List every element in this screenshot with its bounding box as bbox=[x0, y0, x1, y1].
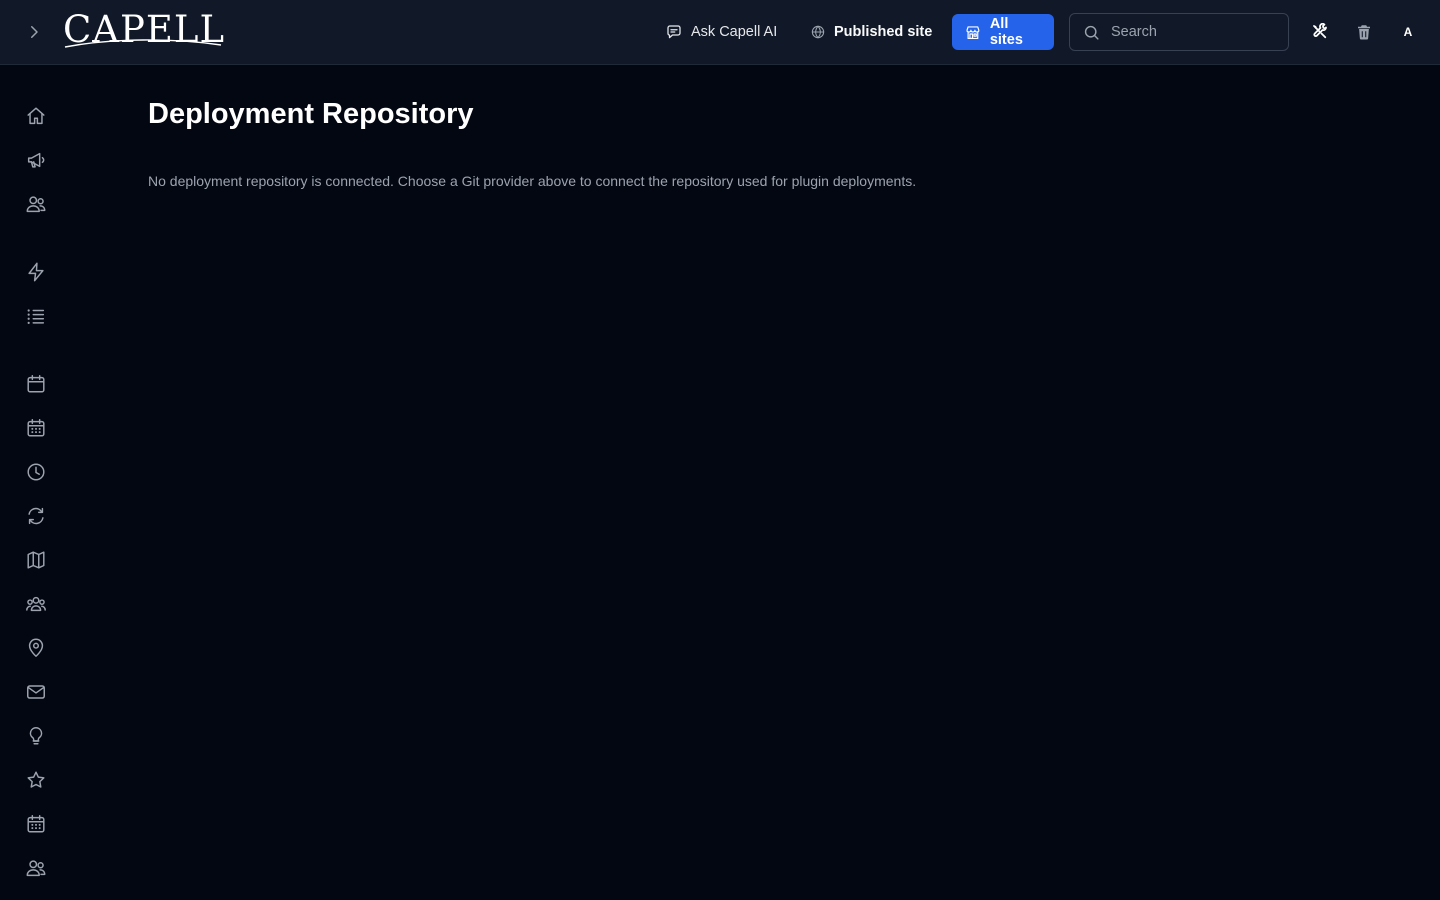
published-site-label: Published site bbox=[834, 24, 933, 40]
map-pin-icon bbox=[28, 638, 44, 657]
home-icon bbox=[27, 107, 45, 125]
trash-button[interactable] bbox=[1350, 18, 1378, 46]
empty-state-description: No deployment repository is connected. C… bbox=[148, 173, 917, 189]
sidebar-item-groups[interactable] bbox=[22, 590, 50, 618]
users-icon bbox=[26, 196, 46, 213]
globe-icon bbox=[811, 25, 825, 39]
top-bar: CAPELL Ask Capell AI Published site All … bbox=[0, 0, 1440, 65]
sidebar-item-automations[interactable] bbox=[22, 258, 50, 286]
megaphone-icon bbox=[27, 152, 45, 168]
sidebar-item-users[interactable] bbox=[22, 190, 50, 218]
user-avatar[interactable]: A bbox=[1394, 18, 1422, 46]
all-sites-label: All sites bbox=[989, 16, 1023, 48]
expand-sidebar-button[interactable] bbox=[20, 18, 48, 46]
calendar-days-icon bbox=[27, 419, 45, 437]
chat-bubble-icon bbox=[667, 25, 681, 39]
star-icon bbox=[27, 771, 45, 788]
sidebar-item-favorites[interactable] bbox=[22, 766, 50, 794]
sidebar-item-ideas[interactable] bbox=[22, 722, 50, 750]
envelope-icon bbox=[27, 685, 45, 699]
sidebar-item-lists[interactable] bbox=[22, 302, 50, 330]
published-site-button[interactable]: Published site bbox=[798, 14, 944, 50]
main-content: Deployment Repository No deployment repo… bbox=[148, 96, 1408, 190]
search-icon bbox=[1084, 25, 1099, 40]
sidebar-item-members[interactable] bbox=[22, 854, 50, 882]
ask-capell-ai-label: Ask Capell AI bbox=[691, 24, 778, 40]
light-bulb-icon bbox=[29, 727, 43, 745]
sidebar-item-announcements[interactable] bbox=[22, 146, 50, 174]
sidebar-item-sync[interactable] bbox=[22, 502, 50, 530]
chevron-right-icon bbox=[31, 26, 38, 38]
calendar-days-icon bbox=[27, 815, 45, 833]
sidebar-item-home[interactable] bbox=[22, 102, 50, 130]
ask-capell-ai-button[interactable]: Ask Capell AI bbox=[653, 14, 789, 50]
clock-icon bbox=[27, 463, 45, 481]
list-icon bbox=[27, 309, 45, 324]
sidebar-item-schedule[interactable] bbox=[22, 414, 50, 442]
tools-button[interactable] bbox=[1306, 18, 1334, 46]
calendar-icon bbox=[27, 375, 45, 393]
sidebar-item-events[interactable] bbox=[22, 810, 50, 838]
search-input[interactable] bbox=[1111, 24, 1271, 40]
sidebar-item-history[interactable] bbox=[22, 458, 50, 486]
refresh-icon bbox=[28, 507, 44, 525]
map-icon bbox=[27, 551, 45, 569]
user-group-icon bbox=[26, 596, 46, 612]
sidebar-item-locations[interactable] bbox=[22, 634, 50, 662]
sidebar-item-mail[interactable] bbox=[22, 678, 50, 706]
trash-icon bbox=[1358, 25, 1370, 40]
sidebar-item-map[interactable] bbox=[22, 546, 50, 574]
users-icon bbox=[26, 860, 46, 877]
sidebar-item-calendar[interactable] bbox=[22, 370, 50, 398]
sidebar bbox=[0, 65, 72, 900]
storefront-icon bbox=[966, 25, 980, 39]
all-sites-button[interactable]: All sites bbox=[952, 14, 1054, 50]
page-title: Deployment Repository bbox=[148, 98, 474, 130]
logo-swoosh-icon bbox=[64, 39, 222, 48]
search-box[interactable] bbox=[1069, 13, 1289, 51]
wrench-screwdriver-icon bbox=[1313, 23, 1327, 39]
bolt-icon bbox=[28, 262, 44, 282]
